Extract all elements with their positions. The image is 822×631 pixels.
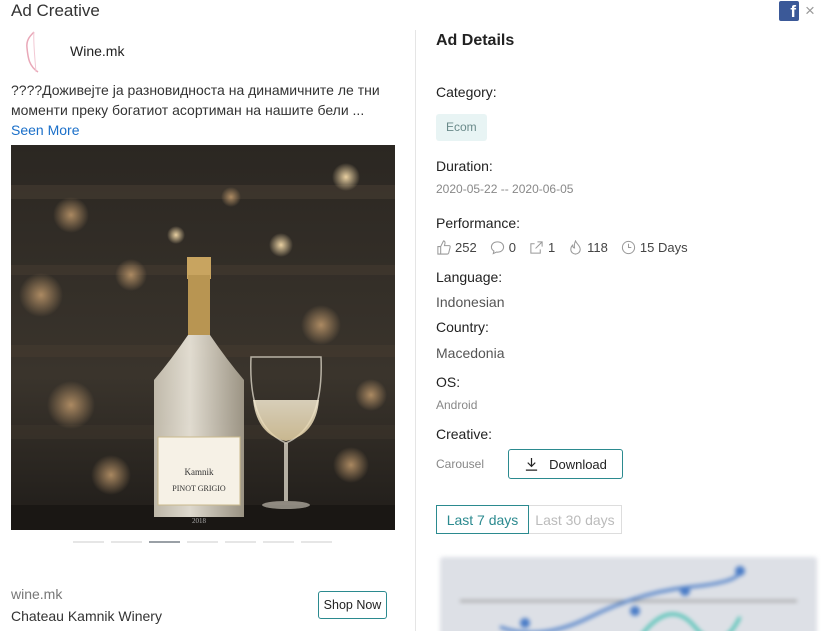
page-name: Chateau Kamnik Winery: [11, 608, 162, 624]
clock-icon: [621, 240, 636, 255]
country-label: Country:: [436, 319, 489, 335]
facebook-icon: f: [779, 1, 799, 21]
trend-chart-blurred: [440, 557, 817, 631]
popularity-stat: 118: [568, 240, 608, 255]
performance-stats: 252 0 1 118 15 Days: [436, 240, 701, 255]
download-button[interactable]: Download: [508, 449, 623, 479]
duration-label: Duration:: [436, 158, 493, 174]
column-divider: [415, 30, 416, 631]
ad-domain: wine.mk: [11, 586, 63, 602]
category-label: Category:: [436, 84, 497, 100]
creative-label: Creative:: [436, 426, 493, 442]
language-value: Indonesian: [436, 294, 505, 310]
comment-icon: [490, 241, 504, 255]
wine-photo: Kamnik PINOT GRIGIO 2018: [11, 145, 395, 530]
carousel-dot[interactable]: [225, 541, 256, 543]
duration-value: 2020-05-22 -- 2020-06-05: [436, 182, 574, 196]
carousel-dot[interactable]: [263, 541, 294, 543]
thumbs-up-icon: [437, 240, 451, 255]
os-label: OS:: [436, 374, 461, 390]
creative-image[interactable]: Kamnik PINOT GRIGIO 2018: [11, 145, 395, 530]
likes-count: 252: [455, 240, 477, 255]
comments-count: 0: [508, 240, 516, 255]
download-icon: [525, 457, 538, 471]
carousel-indicators: [73, 541, 332, 543]
carousel-dot[interactable]: [301, 541, 332, 543]
language-label: Language:: [436, 269, 503, 285]
blurred-chart-graphic: [460, 566, 797, 631]
days-stat: 15 Days: [621, 240, 688, 255]
close-icon[interactable]: ×: [805, 1, 815, 21]
popularity-count: 118: [587, 240, 608, 255]
bottle-brand: Kamnik: [185, 467, 214, 477]
download-label: Download: [549, 456, 607, 472]
carousel-dot-active[interactable]: [149, 541, 180, 543]
carousel-dot[interactable]: [187, 541, 218, 543]
seen-more-link[interactable]: Seen More: [11, 122, 79, 138]
carousel-dot[interactable]: [73, 541, 104, 543]
comments-stat: 0: [490, 240, 516, 255]
category-badge: Ecom: [436, 114, 487, 141]
ad-text-body: ????Доживејте ја разновидноста на динами…: [11, 82, 380, 118]
advertiser-avatar: [26, 31, 39, 73]
shares-stat: 1: [529, 240, 555, 255]
ad-details-title: Ad Details: [436, 32, 515, 49]
tab-last-30-days[interactable]: Last 30 days: [528, 505, 622, 534]
bottle-variety: PINOT GRIGIO: [172, 484, 226, 493]
creative-type: Carousel: [436, 457, 485, 471]
dialog-title: Ad Creative: [11, 1, 100, 20]
performance-label: Performance:: [436, 215, 521, 231]
advertiser-name[interactable]: Wine.mk: [70, 43, 124, 59]
shares-count: 1: [547, 240, 556, 255]
flame-icon: [570, 240, 581, 255]
shop-now-button[interactable]: Shop Now: [318, 591, 387, 619]
share-icon: [530, 241, 543, 254]
likes-stat: 252: [436, 240, 477, 255]
country-value: Macedonia: [436, 345, 505, 361]
tab-last-7-days[interactable]: Last 7 days: [436, 505, 529, 534]
days-count: 15 Days: [639, 240, 688, 255]
carousel-dot[interactable]: [111, 541, 142, 543]
bottle-year: 2018: [192, 517, 207, 525]
os-value: Android: [436, 398, 478, 412]
ad-text: ????Доживејте ја разновидноста на динами…: [11, 80, 386, 140]
